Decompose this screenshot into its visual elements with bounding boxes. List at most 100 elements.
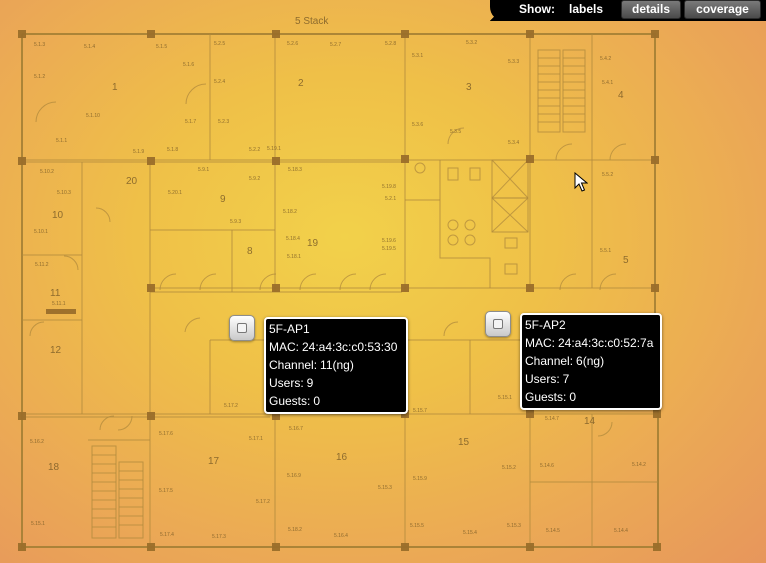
ap-mac-row: MAC: 24:a4:3c:c0:52:7a [525,334,657,352]
coverage-button[interactable]: coverage [684,0,761,19]
room-code-label: 5.17.4 [160,532,174,538]
ap-mac-row: MAC: 24:a4:3c:c0:53:30 [269,338,403,356]
room-label: 3 [466,82,472,93]
room-code-label: 5.2.2 [249,147,260,153]
room-code-label: 5.19.5 [382,246,396,252]
room-code-label: 5.15.1 [498,395,512,401]
guests-label: Guests: [525,390,567,404]
room-code-label: 5.1.1 [56,138,67,144]
guests-label: Guests: [269,394,311,408]
channel-label: Channel: [269,358,318,372]
room-code-label: 5.15.1 [31,521,45,527]
access-point-icon[interactable] [485,311,511,337]
room-code-label: 5.14.2 [632,462,646,468]
room-code-label: 5.9.3 [230,219,241,225]
room-code-label: 5.2.4 [214,79,225,85]
room-code-label: 5.17.6 [159,431,173,437]
room-label: 9 [220,194,226,205]
floor-map[interactable]: 5 Stack 1 2 3 4 5 20 9 19 8 10 11 12 18 … [0,0,766,563]
room-code-label: 5.1.9 [133,149,144,155]
access-point-glyph [493,319,503,329]
room-code-label: 5.1.2 [34,74,45,80]
room-code-label: 5.1.3 [34,42,45,48]
room-code-label: 5.1.8 [167,147,178,153]
room-label: 4 [618,90,624,101]
room-code-label: 5.10.3 [57,190,71,196]
access-point-icon[interactable] [229,315,255,341]
ap-channel-row: Channel: 11(ng) [269,356,403,374]
room-code-label: 5.17.5 [159,488,173,494]
room-code-label: 5.18.4 [286,236,300,242]
room-code-label: 5.15.9 [413,476,427,482]
room-label: 18 [48,462,60,473]
ap-name: 5F-AP2 [525,318,566,332]
room-code-label: 5.15.3 [378,485,392,491]
room-code-label: 5.15.2 [502,465,516,471]
room-label: 11 [50,288,61,299]
room-label: 19 [307,238,319,249]
room-code-label: 5.16.4 [334,533,348,539]
room-code-label: 5.3.2 [466,40,477,46]
room-code-label: 5.10.1 [34,229,48,235]
room-code-label: 5.2.7 [330,42,341,48]
room-code-label: 5.15.3 [507,523,521,529]
mac-label: MAC: [525,336,555,350]
room-code-label: 5.15.4 [463,530,477,536]
room-label: 15 [458,437,470,448]
room-label: 20 [126,176,138,187]
room-code-label: 5.11.1 [52,301,66,307]
room-code-label: 5.2.3 [218,119,229,125]
room-code-label: 5.17.2 [256,499,270,505]
room-code-label: 5.9.2 [249,176,260,182]
ap-users-row: Users: 9 [269,374,403,392]
room-code-label: 5.9.1 [198,167,209,173]
room-code-label: 5.4.2 [600,56,611,62]
room-code-label: 5.5.2 [602,172,613,178]
room-code-label: 5.20.1 [168,190,182,196]
ap-channel-row: Channel: 6(ng) [525,352,657,370]
mouse-cursor-icon [574,172,588,192]
room-code-label: 5.18.1 [287,254,301,260]
room-code-label: 5.3.6 [412,122,423,128]
labels-link[interactable]: labels [569,2,603,16]
room-code-label: 5.14.7 [545,416,559,422]
ap-guests: 0 [569,390,577,404]
room-code-label: 5.10.2 [40,169,54,175]
room-code-label: 5.17.3 [212,534,226,540]
room-label: 1 [112,82,118,93]
details-button[interactable]: details [621,0,681,19]
room-code-label: 5.11.2 [35,262,49,268]
room-code-label: 5.19.1 [267,146,281,152]
room-code-label: 5.2.8 [385,41,396,47]
room-label: 14 [584,416,596,427]
ap-guests-row: Guests: 0 [269,392,403,410]
room-code-label: 5.3.5 [450,129,461,135]
mac-label: MAC: [269,340,299,354]
room-code-label: 5.19.8 [382,184,396,190]
room-code-label: 5.18.3 [288,167,302,173]
channel-label: Channel: [525,354,574,368]
ap-users-row: Users: 7 [525,370,657,388]
room-code-label: 5.18.2 [283,209,297,215]
room-label: 12 [50,345,62,356]
show-toolbar: Show: labels details coverage [490,0,766,21]
ap-mac: 24:a4:3c:c0:52:7a [558,336,654,350]
show-label: Show: [519,2,555,16]
room-code-label: 5.1.6 [183,62,194,68]
room-code-label: 5.14.6 [540,463,554,469]
room-code-label: 5.18.2 [288,527,302,533]
access-point-glyph [237,323,247,333]
room-code-label: 5.2.1 [385,196,396,202]
ap-users: 7 [562,372,570,386]
users-label: Users: [525,372,560,386]
room-code-label: 5.3.4 [508,140,519,146]
room-code-label: 5.1.4 [84,44,95,50]
room-label: 5 [623,255,629,266]
room-code-label: 5.3.3 [508,59,519,65]
ap-channel: 6(ng) [576,354,605,368]
room-code-label: 5.4.1 [602,80,613,86]
room-code-label: 5.14.4 [614,528,628,534]
room-codes: 5.1.3 5.1.4 5.1.5 5.2.5 5.2.6 5.2.7 5.2.… [30,40,646,540]
users-label: Users: [269,376,304,390]
room-label: 16 [336,452,348,463]
